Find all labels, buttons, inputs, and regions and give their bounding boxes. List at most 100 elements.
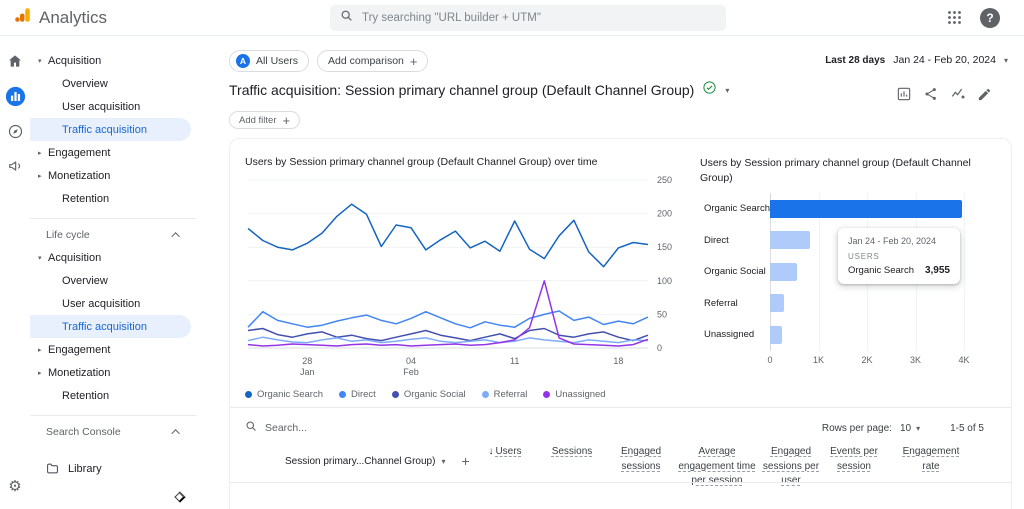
- search-icon: [340, 9, 353, 27]
- nav-monetization-1[interactable]: ▸ Monetization: [30, 164, 191, 187]
- rail-home-icon[interactable]: [4, 50, 26, 72]
- bar[interactable]: [770, 326, 782, 344]
- add-dimension-icon[interactable]: +: [461, 453, 469, 469]
- svg-text:250: 250: [657, 175, 672, 185]
- bar-category-label: Organic Social: [704, 266, 770, 277]
- bar[interactable]: [770, 231, 810, 249]
- legend-unassigned[interactable]: Unassigned: [543, 389, 605, 400]
- column-header-events-per-session[interactable]: Events per session: [825, 445, 883, 474]
- nav-traffic-acquisition-1[interactable]: Traffic acquisition: [30, 118, 191, 141]
- analytics-logo-icon: [14, 6, 32, 29]
- data-quality-check-icon[interactable]: [702, 80, 717, 100]
- customize-report-icon[interactable]: [896, 86, 912, 102]
- bar[interactable]: [770, 200, 962, 218]
- dimension-header[interactable]: Session primary...Channel Group) ▾ +: [285, 453, 470, 469]
- nav-retention-1[interactable]: Retention: [30, 187, 191, 210]
- bar-category-label: Referral: [704, 298, 770, 309]
- legend-dot-icon: [245, 391, 252, 398]
- caret-right-icon: ▸: [38, 149, 42, 157]
- nav-acquisition-1[interactable]: ▾ Acquisition: [30, 49, 191, 72]
- svg-text:11: 11: [510, 356, 519, 366]
- apps-grid-icon[interactable]: [947, 10, 962, 25]
- legend-organic-search[interactable]: Organic Search: [245, 389, 323, 400]
- bar[interactable]: [770, 263, 797, 281]
- bar-chart-title: Users by Session primary channel group (…: [700, 156, 1000, 185]
- bar-category-label: Direct: [704, 235, 770, 246]
- nav-section-search-console[interactable]: Search Console: [30, 420, 196, 443]
- column-header-engagement-rate[interactable]: Engagement rate: [893, 445, 969, 474]
- bar-row[interactable]: Referral: [704, 288, 1004, 320]
- nav-user-acquisition-1[interactable]: User acquisition: [30, 95, 191, 118]
- nav-engagement-2[interactable]: ▸ Engagement: [30, 338, 191, 361]
- column-header-sessions[interactable]: Sessions: [539, 445, 605, 460]
- line-chart-title: Users by Session primary channel group (…: [245, 156, 598, 168]
- all-users-chip[interactable]: A All Users: [229, 50, 309, 72]
- bar-axis-tick: 3K: [910, 355, 921, 365]
- table-search-input[interactable]: [265, 422, 395, 434]
- nav-overview-2[interactable]: Overview: [30, 269, 191, 292]
- topbar-actions: ?: [947, 8, 1010, 28]
- legend-direct[interactable]: Direct: [339, 389, 376, 400]
- insights-icon[interactable]: [950, 86, 966, 102]
- tooltip-series: Organic Search: [848, 265, 914, 276]
- help-icon[interactable]: ?: [980, 8, 1000, 28]
- caret-right-icon: ▸: [38, 369, 42, 377]
- bar[interactable]: [770, 294, 784, 312]
- legend-dot-icon: [482, 391, 489, 398]
- add-comparison-chip[interactable]: Add comparison +: [317, 50, 428, 72]
- line-chart[interactable]: 05010015020025028Jan04Feb1118: [229, 170, 681, 382]
- table-search[interactable]: [245, 419, 395, 437]
- caret-down-icon[interactable]: ▾: [725, 86, 729, 95]
- legend-organic-social[interactable]: Organic Social: [392, 389, 466, 400]
- report-actions: [896, 86, 992, 102]
- rail-explore-icon[interactable]: [4, 120, 26, 142]
- search-input[interactable]: [362, 12, 716, 24]
- svg-text:200: 200: [657, 209, 672, 219]
- column-header-engaged-sessions[interactable]: Engaged sessions: [611, 445, 671, 474]
- rows-per-page-select[interactable]: 10 ▾: [900, 423, 920, 434]
- main-content: A All Users Add comparison + Last 28 day…: [196, 36, 1024, 509]
- app-name: Analytics: [39, 8, 107, 28]
- nav-library[interactable]: Library: [30, 457, 191, 480]
- svg-text:Feb: Feb: [403, 367, 419, 377]
- svg-text:50: 50: [657, 309, 667, 319]
- global-search[interactable]: [330, 5, 726, 31]
- sort-desc-icon: ↓: [488, 446, 493, 457]
- plus-icon: +: [283, 114, 291, 127]
- bar-axis-tick: 1K: [813, 355, 824, 365]
- table-header-divider: [230, 482, 1011, 483]
- column-header-users[interactable]: ↓Users: [475, 445, 535, 460]
- collapse-nav-icon[interactable]: [174, 491, 185, 502]
- bar-row[interactable]: Unassigned: [704, 319, 1004, 351]
- nav-monetization-2[interactable]: ▸ Monetization: [30, 361, 191, 384]
- date-range-preset: Last 28 days: [825, 55, 885, 66]
- legend-referral[interactable]: Referral: [482, 389, 528, 400]
- edit-pencil-icon[interactable]: [977, 86, 992, 102]
- all-users-avatar: A: [236, 54, 250, 68]
- share-icon[interactable]: [923, 86, 939, 102]
- tooltip-metric: USERS: [848, 252, 950, 261]
- nav-user-acquisition-2[interactable]: User acquisition: [30, 292, 191, 315]
- chart-tooltip: Jan 24 - Feb 20, 2024 USERS Organic Sear…: [838, 228, 960, 284]
- nav-overview-1[interactable]: Overview: [30, 72, 191, 95]
- caret-down-icon: ▾: [1004, 56, 1008, 65]
- legend-dot-icon: [543, 391, 550, 398]
- nav-acquisition-2[interactable]: ▾ Acquisition: [30, 246, 191, 269]
- bar-axis-tick: 4K: [958, 355, 969, 365]
- bar-category-label: Unassigned: [704, 329, 770, 340]
- rail-settings-gear-icon[interactable]: ⚙: [4, 475, 26, 497]
- rail-reports-icon[interactable]: [4, 85, 26, 107]
- analytics-logo[interactable]: Analytics: [14, 6, 107, 29]
- table-divider: [230, 407, 1011, 408]
- date-range-picker[interactable]: Last 28 days Jan 24 - Feb 20, 2024 ▾: [825, 54, 1008, 66]
- nav-engagement-1[interactable]: ▸ Engagement: [30, 141, 191, 164]
- add-filter-button[interactable]: Add filter +: [229, 111, 300, 129]
- nav-retention-2[interactable]: Retention: [30, 384, 191, 407]
- bar-row[interactable]: Organic Search: [704, 193, 1004, 225]
- svg-text:18: 18: [613, 356, 623, 366]
- nav-traffic-acquisition-2[interactable]: Traffic acquisition: [30, 315, 191, 338]
- nav-section-lifecycle[interactable]: Life cycle: [30, 223, 196, 246]
- caret-down-icon: ▾: [441, 457, 445, 466]
- caret-right-icon: ▸: [38, 172, 42, 180]
- rail-advertising-icon[interactable]: [4, 155, 26, 177]
